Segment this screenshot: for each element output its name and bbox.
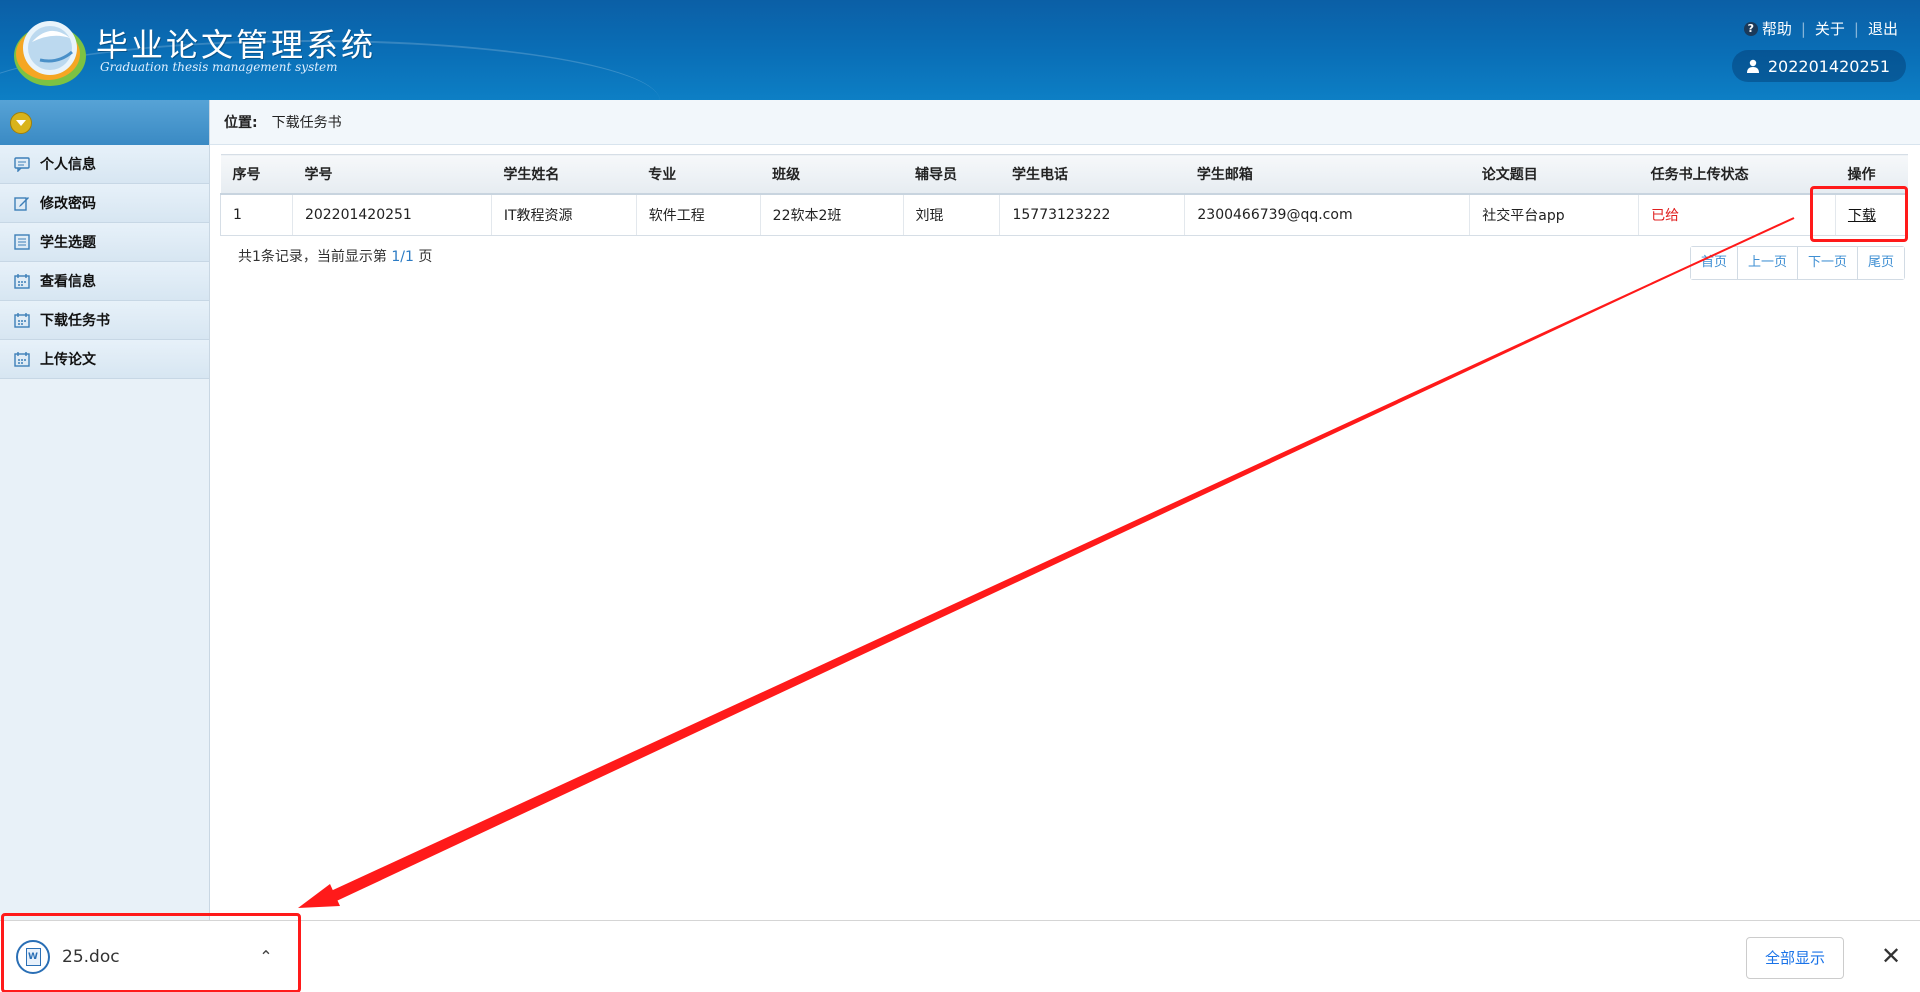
column-header: 学生电话 bbox=[999, 154, 1185, 195]
divider: | bbox=[1853, 19, 1859, 38]
cell-index: 1 bbox=[220, 194, 293, 236]
column-header: 任务书上传状态 bbox=[1638, 154, 1836, 195]
show-all-button[interactable]: 全部显示 bbox=[1745, 937, 1844, 979]
annotation-arrow bbox=[298, 217, 1795, 908]
user-icon bbox=[1746, 59, 1759, 73]
sidebar-item-download-task[interactable]: 下载任务书 bbox=[0, 301, 209, 340]
about-link[interactable]: 关于 bbox=[1815, 18, 1845, 39]
record-suffix: 页 bbox=[418, 249, 433, 265]
sidebar-header bbox=[0, 100, 209, 145]
highlight-box-download bbox=[1810, 186, 1908, 242]
sidebar-item-change-password[interactable]: 修改密码 bbox=[0, 184, 209, 223]
close-icon[interactable]: ✕ bbox=[1876, 939, 1906, 973]
logout-link[interactable]: 退出 bbox=[1868, 18, 1898, 39]
cell-email: 2300466739@qq.com bbox=[1184, 194, 1471, 236]
column-header: 序号 bbox=[220, 154, 293, 195]
prev-page-button[interactable]: 上一页 bbox=[1738, 247, 1799, 279]
user-badge[interactable]: 202201420251 bbox=[1731, 50, 1906, 82]
last-page-button[interactable]: 尾页 bbox=[1858, 247, 1905, 279]
task-table: 序号 学号 学生姓名 专业 班级 辅导员 学生电话 学生邮箱 论文题目 任务书上… bbox=[220, 154, 1909, 236]
cell-student-id: 202201420251 bbox=[292, 194, 492, 236]
cell-student-name: IT教程资源 bbox=[491, 194, 637, 236]
cell-counselor: 刘琨 bbox=[903, 194, 1001, 236]
record-page: 1/1 bbox=[391, 249, 414, 265]
sidebar-item-label: 学生选题 bbox=[40, 235, 96, 251]
sidebar-item-topic-selection[interactable]: 学生选题 bbox=[0, 223, 209, 262]
cell-class: 22软本2班 bbox=[760, 194, 904, 236]
help-link[interactable]: 帮助 bbox=[1762, 18, 1792, 39]
calendar-icon bbox=[14, 274, 30, 289]
column-header: 论文题目 bbox=[1469, 154, 1639, 195]
chat-icon bbox=[14, 157, 30, 172]
top-links: ? 帮助 | 关于 | 退出 bbox=[1743, 18, 1898, 39]
cell-phone: 15773123222 bbox=[999, 194, 1186, 236]
breadcrumb-label: 位置: bbox=[224, 115, 258, 131]
record-summary: 共1条记录，当前显示第 1/1 页 bbox=[238, 246, 432, 266]
sidebar-item-label: 查看信息 bbox=[40, 274, 96, 290]
help-icon: ? bbox=[1743, 21, 1758, 36]
divider: | bbox=[1800, 19, 1806, 38]
column-header: 学号 bbox=[292, 154, 492, 195]
column-header: 学生姓名 bbox=[491, 154, 637, 195]
sidebar-item-label: 修改密码 bbox=[40, 196, 96, 212]
breadcrumb: 位置: 下载任务书 bbox=[210, 100, 1920, 145]
table-row: 1 202201420251 IT教程资源 软件工程 22软本2班 刘琨 157… bbox=[220, 194, 1909, 236]
cell-thesis-title: 社交平台app bbox=[1469, 194, 1640, 236]
sidebar-item-personal-info[interactable]: 个人信息 bbox=[0, 145, 209, 184]
app-header: 毕业论文管理系统 Graduation thesis management sy… bbox=[0, 0, 1920, 100]
calendar-icon bbox=[14, 352, 30, 367]
list-icon bbox=[14, 234, 30, 250]
cell-upload-status: 已给 bbox=[1638, 194, 1836, 236]
cell-major: 软件工程 bbox=[636, 194, 761, 236]
column-header: 班级 bbox=[760, 154, 904, 195]
collapse-toggle-icon[interactable] bbox=[10, 112, 32, 134]
breadcrumb-current: 下载任务书 bbox=[271, 115, 342, 131]
next-page-button[interactable]: 下一页 bbox=[1798, 247, 1859, 279]
sidebar-item-upload-thesis[interactable]: 上传论文 bbox=[0, 340, 209, 379]
sidebar-item-label: 上传论文 bbox=[40, 352, 96, 368]
username: 202201420251 bbox=[1767, 56, 1890, 76]
app-subtitle: Graduation thesis management system bbox=[100, 60, 338, 74]
sidebar-item-label: 下载任务书 bbox=[40, 313, 110, 329]
sidebar: 个人信息 修改密码 学生选题 查看信息 下载任务书 上传论文 bbox=[0, 100, 210, 920]
column-header: 学生邮箱 bbox=[1184, 154, 1470, 195]
edit-icon bbox=[14, 197, 29, 211]
arrow-wedge bbox=[318, 218, 1794, 905]
first-page-button[interactable]: 首页 bbox=[1691, 247, 1739, 279]
arrow-line-thin bbox=[317, 217, 1795, 899]
column-header: 辅导员 bbox=[903, 154, 1000, 195]
sidebar-item-label: 个人信息 bbox=[40, 157, 96, 173]
table-header-row: 序号 学号 学生姓名 专业 班级 辅导员 学生电话 学生邮箱 论文题目 任务书上… bbox=[220, 154, 1908, 195]
record-prefix: 共1条记录，当前显示第 bbox=[238, 249, 387, 265]
logo-icon bbox=[14, 21, 86, 86]
column-header: 专业 bbox=[636, 154, 761, 195]
sidebar-item-view-info[interactable]: 查看信息 bbox=[0, 262, 209, 301]
arrow-head bbox=[298, 884, 340, 908]
highlight-box-file bbox=[1, 913, 301, 992]
calendar-icon bbox=[14, 313, 30, 328]
pagination: 首页 上一页 下一页 尾页 bbox=[1690, 246, 1906, 280]
